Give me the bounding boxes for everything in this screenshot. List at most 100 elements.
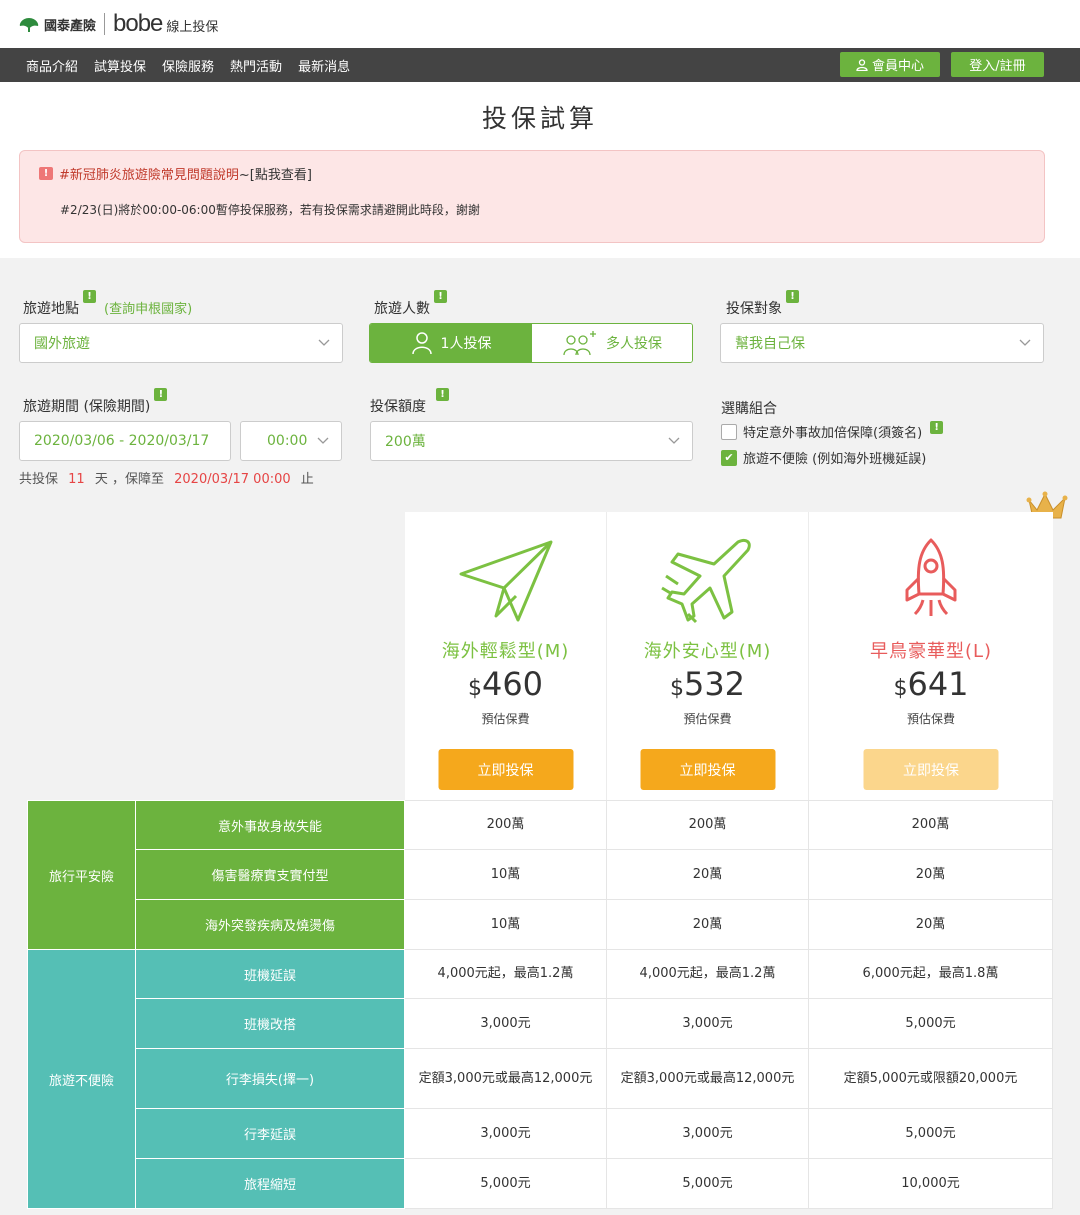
coverage-value: 5,000元 [606,1158,809,1209]
plan-cards: 海外輕鬆型(M) $460 預估保費 立即投保 海外安心型(M) $532 預估… [405,512,1053,800]
coverage-value: 4,000元起，最高1.2萬 [606,949,809,999]
currency-symbol: $ [467,676,482,701]
plan-price: $641 [809,665,1053,703]
buy-now-button[interactable]: 立即投保 [640,749,775,790]
notice-box: ! #新冠肺炎旅遊險常見問題說明 ~[點我查看] #2/23(日)將於00:00-… [19,150,1045,243]
plan-card-luxury: 早鳥豪華型(L) $641 預估保費 立即投保 [809,512,1053,800]
tree-logo-icon [19,18,39,32]
coverage-value: 10萬 [404,899,607,950]
table-row: 行李延誤 3,000元 3,000元 5,000元 [28,1108,1053,1159]
person-icon [411,332,432,355]
price-value: 460 [481,665,544,703]
start-time-select[interactable]: 00:00 [240,421,342,461]
table-row: 傷害醫療實支實付型 10萬 20萬 20萬 [28,849,1053,900]
notice-message: #2/23(日)將於00:00-06:00暫停投保服務，若有投保需求請避開此時段… [60,203,480,217]
coverage-value: 3,000元 [606,998,809,1049]
travelers-label-text: 旅遊人數 [374,301,430,317]
alert-icon: ! [39,167,53,180]
plan-price: $460 [405,665,606,703]
cathay-logo[interactable]: 國泰產險 [18,15,96,34]
coverage-value: 200萬 [606,800,809,850]
airplane-icon [660,538,751,624]
nav-quote[interactable]: 試算投保 [94,56,146,75]
login-register-button[interactable]: 登入/註冊 [951,52,1044,77]
schengen-link[interactable]: (查詢申根國家) [104,298,192,317]
addon-inconvenience[interactable]: ✔ 旅遊不便險 (例如海外班機延誤) [721,448,926,467]
main-nav: 商品介紹 試算投保 保險服務 熱門活動 最新消息 會員中心 登入/註冊 [0,48,1080,82]
member-center-button[interactable]: 會員中心 [840,52,940,77]
plan-name: 海外輕鬆型(M) [441,641,570,662]
estimate-label: 預估保費 [481,712,530,726]
destination-select[interactable]: 國外旅遊 [19,323,343,363]
notice-link[interactable]: #新冠肺炎旅遊險常見問題說明 [59,164,239,183]
nav-service[interactable]: 保險服務 [162,56,214,75]
currency-symbol: $ [893,676,908,701]
page-title: 投保試算 [481,104,598,133]
single-traveler-label: 1人投保 [440,336,492,352]
estimate-label: 預估保費 [906,712,955,726]
help-icon[interactable]: ! [154,388,168,401]
start-time-value: 00:00 [267,433,308,449]
help-icon[interactable]: ! [930,421,944,434]
nav-news[interactable]: 最新消息 [298,56,350,75]
coverage-value: 10萬 [404,849,607,900]
table-row: 旅程縮短 5,000元 5,000元 10,000元 [28,1158,1053,1209]
period-summary: 共投保 11 天 ，保障至 2020/03/17 00:00 止 [19,468,314,487]
help-icon[interactable]: ! [434,290,447,303]
period-label-text: 旅遊期間 (保險期間) [23,399,151,415]
bobe-wordmark: bobe [113,10,163,37]
addon-double-protection[interactable]: 特定意外事故加倍保障(須簽名)! [721,421,944,441]
coverage-value: 20萬 [808,849,1053,900]
buy-now-button[interactable]: 立即投保 [438,749,573,790]
coverage-item: 海外突發疾病及燒燙傷 [135,899,405,950]
coverage-item: 意外事故身故失能 [135,800,405,850]
nav-products[interactable]: 商品介紹 [26,56,78,75]
chevron-down-icon [317,437,329,444]
amount-label-text: 投保額度 [370,399,426,415]
table-row: 海外突發疾病及燒燙傷 10萬 20萬 20萬 [28,899,1053,950]
coverage-value: 5,000元 [808,998,1053,1049]
multi-traveler-label: 多人投保 [606,336,662,352]
checkbox-unchecked[interactable] [721,423,737,440]
coverage-item: 班機改搭 [135,998,405,1049]
period-label: 旅遊期間 (保險期間)! [23,388,168,416]
date-range-input[interactable]: 2020/03/06 - 2020/03/17 [19,421,231,461]
insured-select[interactable]: 幫我自己保 [720,323,1044,363]
group-add-icon [563,331,596,356]
help-icon[interactable]: ! [83,290,96,303]
bobe-logo[interactable]: bobe 線上投保 [113,10,218,38]
notice-link-suffix[interactable]: ~[點我查看] [239,164,312,183]
notice-link-row[interactable]: ! #新冠肺炎旅遊險常見問題說明 ~[點我查看] [39,164,312,183]
travelers-label: 旅遊人數! [374,290,447,318]
coverage-item: 旅程縮短 [135,1158,405,1209]
plan-price: $532 [607,665,808,703]
currency-symbol: $ [669,676,684,701]
paper-plane-icon [459,540,552,622]
coverage-value: 5,000元 [404,1158,607,1209]
destination-value: 國外旅遊 [34,336,90,352]
price-value: 641 [907,665,969,703]
help-icon[interactable]: ! [436,388,449,401]
plan-name: 早鳥豪華型(L) [869,641,993,662]
nav-events[interactable]: 熱門活動 [230,56,282,75]
category-travel-accident: 旅行平安險 [27,800,136,950]
chevron-down-icon [1019,339,1031,346]
plan-card-light: 海外輕鬆型(M) $460 預估保費 立即投保 [405,512,607,800]
member-center-label: 會員中心 [871,59,924,74]
checkbox-checked-icon[interactable]: ✔ [721,449,737,466]
coverage-value: 10,000元 [808,1158,1053,1209]
multi-traveler-option[interactable]: 多人投保 [532,324,692,362]
single-traveler-option[interactable]: 1人投保 [370,324,532,362]
addon-inconvenience-label: 旅遊不便險 (例如海外班機延誤) [743,452,927,467]
amount-label: 投保額度! [370,388,449,416]
amount-select[interactable]: 200萬 [370,421,693,461]
buy-now-button[interactable]: 立即投保 [863,749,999,790]
coverage-item: 行李損失(擇一) [135,1048,405,1109]
logo-divider [104,13,106,35]
coverage-item: 傷害醫療實支實付型 [135,849,405,900]
coverage-value: 定額5,000元或限額20,000元 [808,1048,1053,1109]
combo-label: 選購組合 [721,401,777,417]
help-icon[interactable]: ! [786,290,799,303]
coverage-value: 4,000元起，最高1.2萬 [404,949,607,999]
plan-name: 海外安心型(M) [643,641,772,662]
